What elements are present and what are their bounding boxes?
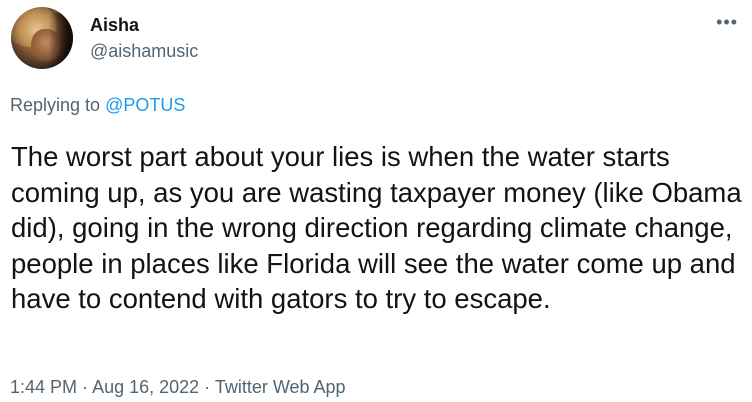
user-handle[interactable]: @aishamusic — [90, 40, 198, 62]
tweet-card: Aisha @aishamusic ••• Replying to @POTUS… — [0, 0, 752, 402]
user-info: Aisha @aishamusic — [90, 14, 198, 62]
meta-separator: · — [199, 377, 215, 397]
avatar[interactable] — [11, 7, 73, 69]
tweet-date[interactable]: Aug 16, 2022 — [92, 377, 199, 397]
replying-to: Replying to @POTUS — [10, 94, 185, 116]
mention-link[interactable]: @POTUS — [105, 95, 185, 115]
display-name[interactable]: Aisha — [90, 14, 198, 36]
tweet-time[interactable]: 1:44 PM — [10, 377, 77, 397]
meta-separator: · — [77, 377, 93, 397]
tweet-meta: 1:44 PM · Aug 16, 2022 · Twitter Web App — [10, 376, 346, 398]
avatar-shade — [49, 13, 73, 69]
tweet-text: The worst part about your lies is when t… — [11, 141, 742, 314]
tweet-source[interactable]: Twitter Web App — [215, 377, 346, 397]
more-horizontal-icon[interactable]: ••• — [716, 12, 738, 33]
replying-to-label: Replying to — [10, 95, 106, 115]
